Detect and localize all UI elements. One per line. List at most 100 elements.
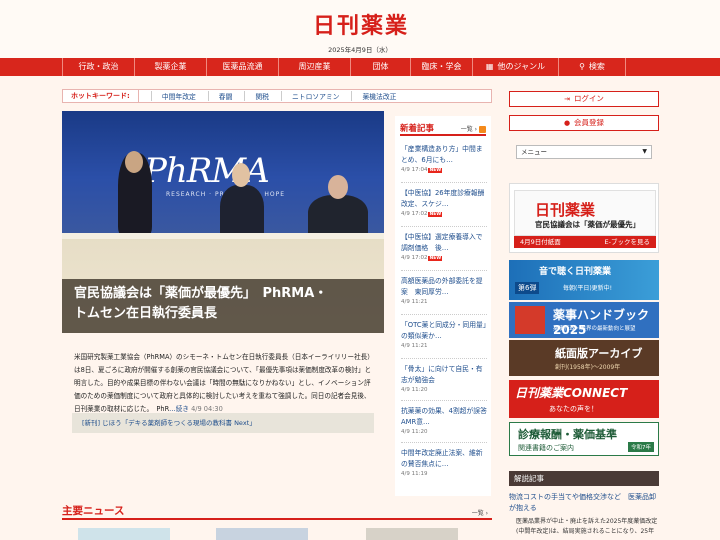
paper-footer: 4月9日付紙面 E-ブックを見る [514, 236, 656, 248]
divider [401, 270, 487, 271]
handbook-title: 薬事ハンドブック2025 [553, 308, 650, 337]
article-time: 4/9 17:02 NEW [401, 255, 443, 261]
audio-title: 音で聴く日刊薬業 [539, 267, 612, 277]
feature-lead: 米国研究製薬工業協会（PhRMA）のシモーネ・トムセン在日執行委員長（日本イーラ… [74, 351, 374, 416]
hot-keyword-link[interactable]: ニトロソアミン [280, 91, 339, 101]
hot-keyword-link[interactable]: 関税 [244, 91, 269, 101]
nav-item-other-genre[interactable]: ▦ 他のジャンル [472, 58, 558, 76]
list-item[interactable]: 「骨太」に向けて自民・有志が勉強会 4/9 11:20 [401, 364, 487, 393]
new-articles-panel: 新着記事 一覧 › 「産業構造あり方」中間まとめ、6月にも… 4/9 17:04… [395, 116, 494, 496]
kijun-sub: 関連書籍のご案内 [518, 444, 574, 452]
new-badge: NEW [428, 256, 443, 261]
archive-title: 紙面版アーカイブ [555, 347, 643, 360]
book-icon [515, 306, 545, 334]
audio-episode: 第6弾 [515, 282, 540, 294]
handbook-sub: 薬事行政・業界の最新動向と展望 [553, 326, 636, 332]
grid-icon: ▦ [485, 62, 494, 71]
article-title[interactable]: 抗薬薬の効果、4割超が誤答 AMR意… [401, 406, 494, 428]
divider [401, 442, 487, 443]
article-title[interactable]: 【中医協】26年度診療報酬改定、スケジ… [401, 188, 487, 210]
speaker-center [220, 185, 264, 239]
rss-icon[interactable] [479, 126, 486, 133]
speaker-left-face [125, 151, 143, 173]
hot-keywords-bar: ホットキーワード: 中間年改定 春闘 関税 ニトロソアミン 薬機法改正 [62, 89, 492, 103]
current-date: 2025年4月9日（水） [328, 46, 392, 54]
nav-item-shuhen[interactable]: 周辺産業 [278, 58, 350, 76]
archive-banner[interactable]: 紙面版アーカイブ 創刊(1958年)〜2009年 [509, 340, 659, 376]
feature-title-line2[interactable]: トムセン在日執行委員長 [74, 304, 372, 324]
feature-caption: 官民協議会は「薬価が最優先」 PhRMA・ トムセン在日執行委員長 [62, 279, 384, 333]
feature-article[interactable]: PhRMA RESEARCH · PROGRESS · HOPE 官民協議会は「… [62, 111, 384, 333]
article-title[interactable]: 中間年改定廃止法案、維新の賛否焦点に… [401, 448, 487, 470]
article-title[interactable]: 「OTC薬と同成分・同用量」の類似薬か… [401, 320, 487, 342]
explain-header: 解説記事 [509, 471, 659, 486]
nav-item-gyosei[interactable]: 行政・政治 [62, 58, 134, 76]
list-item[interactable]: 高額医薬品の外部委託を提案 東同厚労… 4/9 11:21 [401, 276, 487, 305]
news-thumbnail[interactable] [78, 528, 170, 540]
article-time: 4/9 11:21 [401, 343, 428, 349]
article-time: 4/9 11:19 [401, 471, 428, 477]
list-item[interactable]: 「OTC薬と同成分・同用量」の類似薬か… 4/9 11:21 [401, 320, 487, 349]
divider [401, 358, 487, 359]
main-news-header: 主要ニュース 一覧 › [62, 502, 492, 520]
news-thumbnail[interactable] [366, 528, 458, 540]
newspaper-preview: 日刊薬業 官民協議会は「薬価が最優先」 [514, 190, 656, 236]
feature-lead-text: 米国研究製薬工業協会（PhRMA）のシモーネ・トムセン在日執行委員長（日本イーラ… [74, 353, 374, 413]
new-badge: NEW [428, 168, 443, 173]
archive-sub: 創刊(1958年)〜2009年 [555, 364, 621, 371]
feature-timestamp: 4/9 04:30 [191, 405, 223, 413]
divider [401, 314, 487, 315]
user-icon: ● [563, 119, 571, 127]
article-time: 4/9 11:21 [401, 299, 428, 305]
site-header: 日刊薬業 2025年4月9日（水） [0, 0, 720, 58]
hot-keywords-label: ホットキーワード: [63, 90, 139, 102]
news-thumbnail[interactable] [216, 528, 308, 540]
article-time: 4/9 17:04 NEW [401, 167, 443, 173]
article-title[interactable]: 「骨太」に向けて自民・有志が勉強会 [401, 364, 487, 386]
hot-keyword-link[interactable]: 薬機法改正 [351, 91, 396, 101]
site-logo[interactable]: 日刊薬業 [300, 12, 422, 40]
nav-item-rinsho[interactable]: 臨床・学会 [410, 58, 472, 76]
hot-keyword-link[interactable]: 中間年改定 [150, 91, 196, 101]
audio-banner[interactable]: 音で聴く日刊薬業 第6弾 毎朝(平日)更新中! [509, 260, 659, 300]
article-title[interactable]: 【中医協】選定療養導入で調剤価格 後… [401, 232, 487, 254]
search-icon: ⚲ [579, 62, 585, 71]
handbook-banner[interactable]: 薬事ハンドブック2025 薬事行政・業界の最新動向と展望 [509, 302, 659, 338]
list-item[interactable]: 「産業構造あり方」中間まとめ、6月にも… 4/9 17:04 NEW [401, 144, 487, 173]
explain-article-link[interactable]: 物流コストの手当てや価格交渉など 医薬品卸が抱える [509, 492, 659, 514]
nav-item-search[interactable]: ⚲ 検索 [558, 58, 626, 76]
nav-item-ryutsu[interactable]: 医薬品流通 [206, 58, 278, 76]
main-news-more-link[interactable]: 一覧 › [472, 508, 488, 517]
article-time: 4/9 11:20 [401, 429, 428, 435]
article-title[interactable]: 「産業構造あり方」中間まとめ、6月にも… [401, 144, 487, 166]
paper-ebook-banner[interactable]: 日刊薬業 官民協議会は「薬価が最優先」 4月9日付紙面 E-ブックを見る [509, 183, 659, 253]
login-button[interactable]: ⇥ ログイン [509, 91, 659, 107]
new-articles-more[interactable]: 一覧 › [461, 124, 486, 133]
register-button[interactable]: ● 会員登録 [509, 115, 659, 131]
list-item[interactable]: 抗薬薬の効果、4割超が誤答 AMR意… 4/9 11:20 [401, 406, 494, 435]
list-item[interactable]: 中間年改定廃止法案、維新の賛否焦点に… 4/9 11:19 [401, 448, 487, 477]
list-item[interactable]: 【中医協】選定療養導入で調剤価格 後… 4/9 17:02 NEW [401, 232, 487, 261]
new-badge: NEW [428, 212, 443, 217]
article-time: 4/9 17:02 NEW [401, 211, 443, 217]
read-more-link[interactable]: …続き [169, 405, 189, 413]
new-articles-header: 新着記事 一覧 › [400, 122, 486, 136]
related-book-link[interactable]: [新刊] じほう「デキる薬剤師をつくる現場の教科書 Next」 [72, 413, 374, 433]
paper-date: 4月9日付紙面 [520, 238, 561, 246]
menu-dropdown[interactable]: メニュー ▼ [516, 145, 652, 159]
ebook-link[interactable]: E-ブックを見る [605, 236, 650, 248]
kijun-banner[interactable]: 診療報酬・薬価基準 関連書籍のご案内 令和7年 [509, 422, 659, 456]
main-news-title: 主要ニュース [62, 505, 125, 517]
article-title[interactable]: 高額医薬品の外部委託を提案 東同厚労… [401, 276, 487, 298]
kijun-title: 診療報酬・薬価基準 [518, 428, 617, 441]
connect-banner[interactable]: 日刊薬業CONNECT あなたの声を！ [509, 380, 659, 418]
explain-article-body: 医薬品業界が中止・廃止を訴えた2025年度薬価改定(中間年改定)は、結局実施され… [516, 518, 658, 535]
list-item[interactable]: 【中医協】26年度診療報酬改定、スケジ… 4/9 17:02 NEW [401, 188, 487, 217]
nav-item-seiyaku[interactable]: 製薬企業 [134, 58, 206, 76]
speaker-center-face [232, 163, 250, 187]
kijun-badge: 令和7年 [628, 442, 654, 452]
nav-item-dantai[interactable]: 団体 [350, 58, 410, 76]
divider [401, 400, 487, 401]
feature-title-line1[interactable]: 官民協議会は「薬価が最優先」 PhRMA・ [74, 284, 372, 304]
hot-keyword-link[interactable]: 春闘 [207, 91, 232, 101]
